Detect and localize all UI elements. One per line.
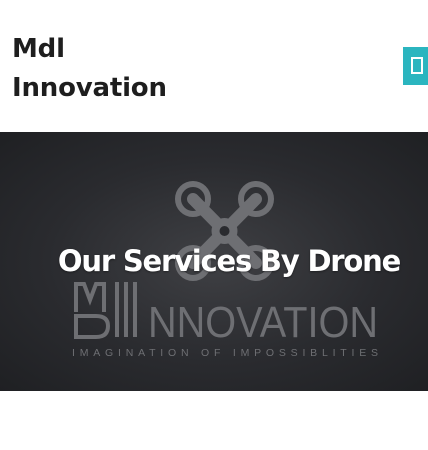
logo-wordmark: NNOVATION bbox=[148, 298, 378, 347]
hero-banner: NNOVATION IMAGINATION OF IMPOSSIBLITIES … bbox=[0, 132, 428, 391]
menu-toggle-button[interactable] bbox=[403, 47, 428, 85]
menu-toggle-icon bbox=[411, 57, 423, 74]
site-title-line-2[interactable]: Innovation bbox=[12, 69, 167, 108]
site-title[interactable]: Mdl Innovation bbox=[12, 30, 167, 108]
site-header: Mdl Innovation bbox=[0, 0, 428, 132]
logo-tagline: IMAGINATION OF IMPOSSIBLITIES bbox=[72, 347, 378, 359]
site-title-line-1[interactable]: Mdl bbox=[12, 30, 167, 69]
hero-heading: Our Services By Drone bbox=[57, 244, 401, 278]
md-monogram bbox=[74, 282, 137, 339]
